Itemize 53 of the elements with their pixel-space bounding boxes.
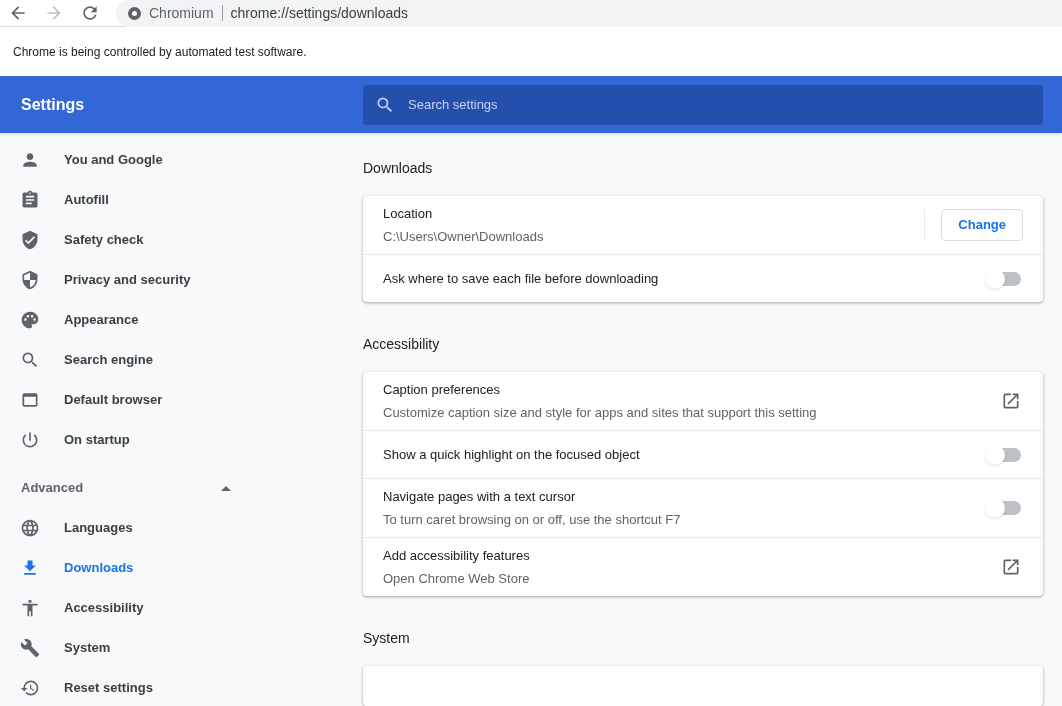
sidebar-item[interactable]: Default browser [0, 380, 363, 420]
sidebar-item[interactable]: Search engine [0, 340, 363, 380]
site-label: Chromium [149, 3, 214, 23]
search-field[interactable]: Search settings [363, 84, 1043, 125]
infobar-message: Chrome is being controlled by automated test software. [13, 43, 307, 61]
clipboard-icon [20, 190, 40, 210]
toggle-switch[interactable] [987, 271, 1021, 286]
history-icon [20, 678, 40, 698]
setting-description: To turn caret browsing on or off, use the shortcut F7 [383, 510, 682, 529]
section-heading: Accessibility [363, 335, 441, 354]
site-icon [128, 6, 141, 20]
setting-label: Caption preferences [383, 381, 502, 399]
change-button[interactable]: Change [941, 209, 1023, 241]
external-link-icon[interactable] [1001, 391, 1021, 411]
sidebar-item[interactable]: Reset settings [0, 668, 363, 706]
url-text: chrome://settings/downloads [230, 3, 408, 23]
search-icon [20, 350, 40, 370]
sidebar-item[interactable]: You and Google [0, 140, 363, 180]
sidebar-item[interactable]: Accessibility [0, 588, 363, 628]
sidebar-item[interactable]: Privacy and security [0, 260, 363, 300]
power-icon [20, 430, 40, 450]
accessibility-icon [20, 598, 40, 618]
setting-description: Customize caption size and style for apps and sites that support this setting [383, 403, 818, 422]
toggle-switch[interactable] [987, 501, 1021, 515]
toggle-switch[interactable] [987, 447, 1021, 462]
caret-icon [221, 485, 231, 491]
sidebar-item[interactable]: Autofill [0, 180, 363, 220]
advanced-toggle[interactable]: Advanced [0, 468, 240, 508]
wrench-icon [20, 638, 40, 658]
reload-icon[interactable] [80, 3, 100, 23]
shield-check-icon [20, 230, 40, 250]
sidebar-item[interactable]: Downloads [0, 548, 363, 588]
browser-window-icon [20, 390, 40, 410]
shield-icon [20, 270, 40, 290]
sidebar-item[interactable]: Languages [0, 508, 363, 548]
page-title: Settings [20, 94, 86, 115]
sidebar-item[interactable]: Safety check [0, 220, 363, 260]
external-link-icon[interactable] [1001, 557, 1021, 577]
setting-label: Location [383, 205, 434, 223]
palette-icon [20, 310, 40, 330]
sidebar-item[interactable]: On startup [0, 420, 363, 460]
setting-label: Add accessibility features [383, 547, 531, 565]
sidebar-item[interactable]: Appearance [0, 300, 363, 340]
setting-label: Navigate pages with a text cursor [383, 488, 577, 506]
address-bar[interactable]: Chromium chrome://settings/downloads [116, 0, 1062, 27]
setting-description: C:\Users\Owner\Downloads [383, 227, 545, 246]
section-heading: Downloads [363, 159, 434, 178]
globe-icon [20, 518, 40, 538]
sidebar-item[interactable]: System [0, 628, 363, 668]
setting-label: Ask where to save each file before downloading [383, 269, 660, 288]
setting-label: Show a quick highlight on the focused object [383, 445, 641, 464]
setting-description: Open Chrome Web Store [383, 569, 531, 588]
section-heading: System [363, 629, 411, 648]
